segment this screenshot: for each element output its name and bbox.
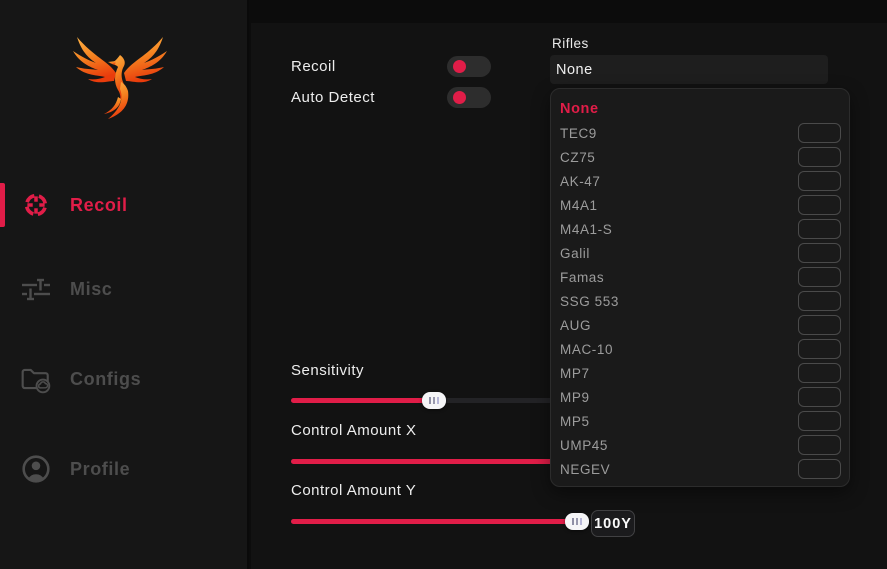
control-y-value-badge: 100Y xyxy=(591,510,635,537)
slider-handle[interactable] xyxy=(422,392,447,409)
tune-icon xyxy=(20,273,52,305)
rifle-option-label: SSG 553 xyxy=(560,293,619,309)
keybind-box[interactable] xyxy=(798,435,841,455)
sidebar-item-profile[interactable]: Profile xyxy=(0,447,249,491)
keybind-box[interactable] xyxy=(798,267,841,287)
recoil-toggle[interactable] xyxy=(447,55,491,77)
user-circle-icon xyxy=(20,453,52,485)
rifle-option-label: AUG xyxy=(560,317,592,333)
rifle-option-label: M4A1-S xyxy=(560,221,613,237)
rifle-option[interactable]: M4A1 xyxy=(560,193,841,217)
sidebar-item-misc[interactable]: Misc xyxy=(0,267,249,311)
auto-detect-toggle[interactable] xyxy=(447,86,491,108)
sidebar-item-label: Misc xyxy=(70,278,113,299)
rifle-option[interactable]: NEGEV xyxy=(560,457,841,481)
rifle-option[interactable]: UMP45 xyxy=(560,433,841,457)
rifle-option-label: AK-47 xyxy=(560,173,601,189)
rifle-option[interactable]: TEC9 xyxy=(560,121,841,145)
rifles-label: Rifles xyxy=(552,36,589,51)
sidebar-item-recoil[interactable]: Recoil xyxy=(0,183,249,227)
keybind-box[interactable] xyxy=(798,411,841,431)
rifle-option[interactable]: Galil xyxy=(560,241,841,265)
rifle-option-label: MP9 xyxy=(560,389,590,405)
sidebar-item-configs[interactable]: Configs xyxy=(0,357,249,401)
app-window: Recoil Misc Configs Profile Recoil Auto … xyxy=(0,0,887,569)
keybind-box[interactable] xyxy=(798,459,841,479)
toggle-knob xyxy=(453,59,466,73)
rifle-option[interactable]: M4A1-S xyxy=(560,217,841,241)
rifle-option-label: CZ75 xyxy=(560,149,596,165)
keybind-box[interactable] xyxy=(798,387,841,407)
slider-fill xyxy=(291,519,589,524)
keybind-box[interactable] xyxy=(798,195,841,215)
active-indicator xyxy=(0,183,5,227)
keybind-box[interactable] xyxy=(798,291,841,311)
keybind-box[interactable] xyxy=(798,243,841,263)
rifle-option[interactable]: Famas xyxy=(560,265,841,289)
recoil-toggle-label: Recoil xyxy=(291,57,336,75)
rifle-option[interactable]: CZ75 xyxy=(560,145,841,169)
folder-cloud-icon xyxy=(20,363,52,395)
rifles-dropdown-list: None TEC9 CZ75 AK-47 M4A1 M4A1-S Galil F… xyxy=(550,88,850,487)
rifle-option[interactable]: AUG xyxy=(560,313,841,337)
control-amount-y-slider[interactable] xyxy=(291,513,589,530)
rifle-option[interactable]: None xyxy=(560,97,841,121)
titlebar xyxy=(251,0,887,23)
rifle-option-label: Famas xyxy=(560,269,605,285)
keybind-box[interactable] xyxy=(798,339,841,359)
grip-icon xyxy=(576,518,578,525)
main-panel: Recoil Auto Detect Rifles None None TEC9… xyxy=(251,0,887,569)
phoenix-logo-icon xyxy=(70,26,170,128)
control-amount-y-label: Control Amount Y xyxy=(291,482,417,499)
control-amount-x-label: Control Amount X xyxy=(291,422,417,439)
auto-detect-toggle-label: Auto Detect xyxy=(291,88,375,106)
keybind-box[interactable] xyxy=(798,363,841,383)
toggle-knob xyxy=(453,90,466,104)
sidebar-item-label: Configs xyxy=(70,368,142,389)
sidebar: Recoil Misc Configs Profile xyxy=(0,0,249,569)
rifle-option[interactable]: AK-47 xyxy=(560,169,841,193)
rifle-option-label: NEGEV xyxy=(560,461,611,477)
keybind-box[interactable] xyxy=(798,123,841,143)
rifle-option[interactable]: SSG 553 xyxy=(560,289,841,313)
sidebar-item-label: Recoil xyxy=(70,194,128,215)
rifle-option-label: UMP45 xyxy=(560,437,609,453)
rifle-option-label: MAC-10 xyxy=(560,341,614,357)
auto-detect-toggle-row: Auto Detect xyxy=(291,86,491,108)
rifle-option-label: None xyxy=(560,101,599,117)
rifle-option-label: TEC9 xyxy=(560,125,597,141)
rifle-option-label: M4A1 xyxy=(560,197,598,213)
rifle-option-label: MP7 xyxy=(560,365,590,381)
grip-icon xyxy=(433,397,436,404)
rifle-option-label: Galil xyxy=(560,245,591,261)
rifle-option-label: MP5 xyxy=(560,413,590,429)
crosshair-icon xyxy=(20,189,52,221)
sensitivity-label: Sensitivity xyxy=(291,362,365,379)
slider-fill xyxy=(291,398,435,403)
keybind-box[interactable] xyxy=(798,171,841,191)
slider-handle[interactable] xyxy=(565,513,589,530)
rifles-selected-value: None xyxy=(556,61,593,78)
recoil-toggle-row: Recoil xyxy=(291,55,491,77)
rifles-select[interactable]: None xyxy=(550,55,828,84)
keybind-box[interactable] xyxy=(798,219,841,239)
keybind-box[interactable] xyxy=(798,147,841,167)
keybind-box[interactable] xyxy=(798,315,841,335)
rifle-option[interactable]: MAC-10 xyxy=(560,337,841,361)
rifle-option[interactable]: MP7 xyxy=(560,361,841,385)
sidebar-item-label: Profile xyxy=(70,458,131,479)
rifle-option[interactable]: MP9 xyxy=(560,385,841,409)
rifle-option[interactable]: MP5 xyxy=(560,409,841,433)
